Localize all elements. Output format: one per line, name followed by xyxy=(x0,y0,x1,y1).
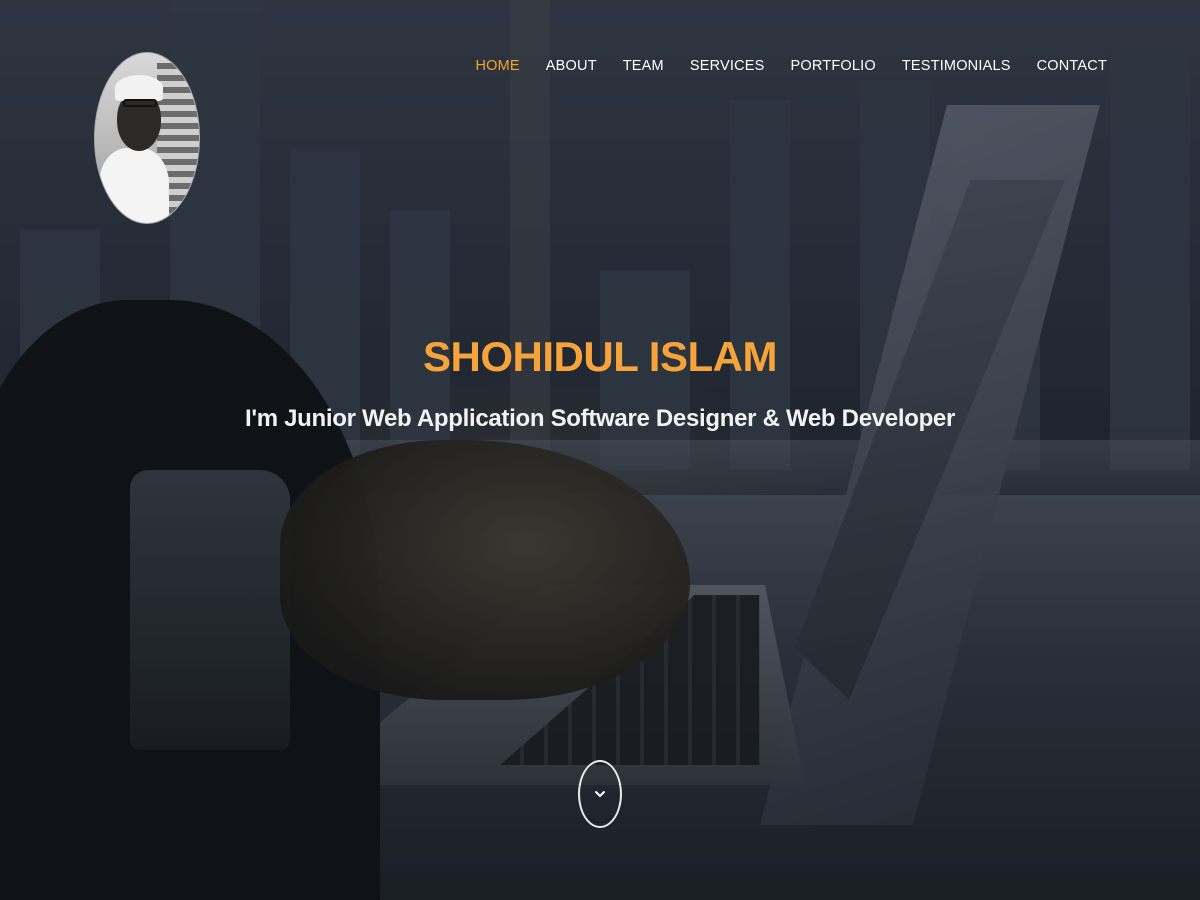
hero-subtitle: I'm Junior Web Application Software Desi… xyxy=(244,405,956,432)
hero-title: SHOHIDUL ISLAM xyxy=(423,333,777,380)
nav-item-contact[interactable]: CONTACT xyxy=(1037,57,1107,75)
nav-item-team[interactable]: TEAM xyxy=(623,57,664,75)
profile-avatar[interactable] xyxy=(94,52,200,224)
nav-item-home[interactable]: HOME xyxy=(475,57,519,75)
main-nav: HOME ABOUT TEAM SERVICES PORTFOLIO TESTI… xyxy=(449,57,1107,75)
nav-item-portfolio[interactable]: PORTFOLIO xyxy=(791,57,876,75)
chevron-down-icon xyxy=(595,791,605,797)
scroll-down-button[interactable] xyxy=(578,760,622,828)
nav-item-about[interactable]: ABOUT xyxy=(546,57,597,75)
nav-item-testimonials[interactable]: TESTIMONIALS xyxy=(902,57,1011,75)
nav-item-services[interactable]: SERVICES xyxy=(690,57,765,75)
